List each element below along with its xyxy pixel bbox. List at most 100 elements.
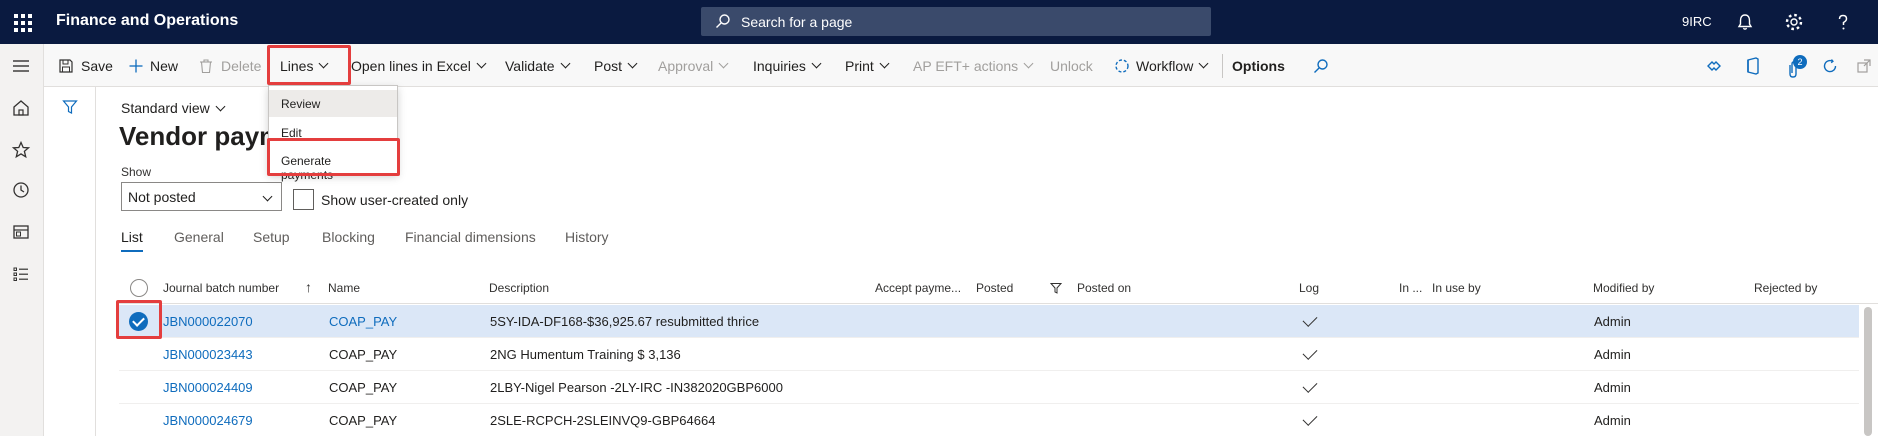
journal-batch-link[interactable]: JBN000024679 xyxy=(163,413,253,428)
select-all-checkbox[interactable] xyxy=(130,279,148,297)
name-cell[interactable]: COAP_PAY xyxy=(329,413,397,428)
tab-list[interactable]: List xyxy=(121,229,143,245)
chevron-down-icon xyxy=(560,58,571,69)
filter-pane xyxy=(44,87,96,436)
col-header-posted[interactable]: Posted xyxy=(976,281,1013,295)
office-icon[interactable] xyxy=(1745,57,1761,75)
view-selector[interactable]: Standard view xyxy=(121,100,226,116)
tab-history[interactable]: History xyxy=(565,229,609,245)
lines-menu-button[interactable]: Lines xyxy=(280,44,329,87)
col-header-log[interactable]: Log xyxy=(1299,281,1319,295)
inquiries-button[interactable]: Inquiries xyxy=(753,44,822,87)
settings-gear-icon[interactable] xyxy=(1783,11,1805,33)
approval-button[interactable]: Approval xyxy=(658,44,729,87)
workflow-button[interactable]: Workflow xyxy=(1114,44,1209,87)
chevron-down-icon xyxy=(811,58,822,69)
favorites-star-icon[interactable] xyxy=(11,140,31,160)
post-button[interactable]: Post xyxy=(594,44,638,87)
menu-item-generate-payments[interactable]: Generate payments xyxy=(269,147,397,182)
search-input[interactable]: Search for a page xyxy=(701,7,1211,36)
column-filter-icon[interactable] xyxy=(1050,282,1062,294)
name-cell[interactable]: COAP_PAY xyxy=(329,380,397,395)
row-select-checkbox[interactable] xyxy=(129,312,148,331)
modified-by-cell[interactable]: Admin xyxy=(1594,380,1631,395)
journal-grid: Journal batch number ↑ Name Description … xyxy=(119,272,1878,436)
recent-clock-icon[interactable] xyxy=(11,180,31,200)
col-header-in-use-by[interactable]: In use by xyxy=(1432,281,1481,295)
power-apps-icon[interactable] xyxy=(1706,58,1722,74)
col-header-modified-by[interactable]: Modified by xyxy=(1593,281,1654,295)
chevron-down-icon xyxy=(879,58,890,69)
name-cell[interactable]: COAP_PAY xyxy=(329,347,397,362)
sort-ascending-icon[interactable]: ↑ xyxy=(305,279,312,295)
chevron-down-icon xyxy=(262,191,273,202)
app-launcher-icon[interactable] xyxy=(12,12,32,32)
show-user-created-checkbox[interactable] xyxy=(293,189,314,210)
tab-general[interactable]: General xyxy=(174,229,224,245)
app-title[interactable]: Finance and Operations xyxy=(56,12,238,30)
find-button[interactable] xyxy=(1313,44,1329,87)
tab-financial-dimensions[interactable]: Financial dimensions xyxy=(405,229,536,245)
col-header-posted-on[interactable]: Posted on xyxy=(1077,281,1131,295)
save-button[interactable]: Save xyxy=(58,44,113,87)
col-header-rejected-by[interactable]: Rejected by xyxy=(1754,281,1817,295)
tab-setup[interactable]: Setup xyxy=(253,229,290,245)
company-picker[interactable]: 9IRC xyxy=(1682,14,1712,29)
col-header-in-use[interactable]: In ... xyxy=(1399,281,1422,295)
modified-by-cell[interactable]: Admin xyxy=(1594,314,1631,329)
hamburger-menu-icon[interactable] xyxy=(11,56,31,76)
unlock-button[interactable]: Unlock xyxy=(1050,44,1093,87)
notification-bell-icon[interactable] xyxy=(1734,11,1756,33)
journal-batch-link[interactable]: JBN000022070 xyxy=(163,314,253,329)
ap-eft-actions-button[interactable]: AP EFT+ actions xyxy=(913,44,1034,87)
journal-batch-link[interactable]: JBN000024409 xyxy=(163,380,253,395)
inquiries-label: Inquiries xyxy=(753,57,806,74)
grid-vertical-scrollbar[interactable] xyxy=(1864,307,1872,436)
modified-by-cell[interactable]: Admin xyxy=(1594,347,1631,362)
ap-eft-label: AP EFT+ actions xyxy=(913,57,1019,74)
search-icon xyxy=(716,14,730,28)
show-label: Show xyxy=(121,165,152,179)
delete-button[interactable]: Delete xyxy=(198,44,261,87)
help-icon[interactable] xyxy=(1832,11,1854,33)
left-navigation-pane xyxy=(0,44,44,436)
col-header-journal-batch[interactable]: Journal batch number xyxy=(163,281,279,295)
description-cell[interactable]: 5SY-IDA-DF168-$36,925.67 resubmitted thr… xyxy=(490,314,759,329)
modified-by-cell[interactable]: Admin xyxy=(1594,413,1631,428)
chevron-down-icon xyxy=(319,58,329,69)
refresh-icon[interactable] xyxy=(1822,58,1838,74)
col-header-accept-payment[interactable]: Accept payme... xyxy=(875,281,961,295)
open-lines-in-excel-button[interactable]: Open lines in Excel xyxy=(351,44,487,87)
print-label: Print xyxy=(845,57,874,74)
attachments-button[interactable]: 2 xyxy=(1786,55,1807,78)
table-row[interactable]: JBN000024409 COAP_PAY 2LBY-Nigel Pearson… xyxy=(119,371,1859,404)
print-button[interactable]: Print xyxy=(845,44,890,87)
options-button[interactable]: Options xyxy=(1232,44,1285,87)
tab-blocking[interactable]: Blocking xyxy=(322,229,375,245)
save-label: Save xyxy=(81,57,113,74)
description-cell[interactable]: 2SLE-RCPCH-2SLEINVQ9-GBP64664 xyxy=(490,413,715,428)
toolbar-separator xyxy=(268,54,269,78)
open-in-new-window-icon[interactable] xyxy=(1856,58,1872,74)
table-row[interactable]: JBN000023443 COAP_PAY 2NG Humentum Train… xyxy=(119,338,1859,371)
description-cell[interactable]: 2NG Humentum Training $ 3,136 xyxy=(490,347,681,362)
description-cell[interactable]: 2LBY-Nigel Pearson -2LY-IRC -IN382020GBP… xyxy=(490,380,783,395)
validate-button[interactable]: Validate xyxy=(505,44,571,87)
filter-icon[interactable] xyxy=(62,99,78,115)
modules-list-icon[interactable] xyxy=(11,264,31,284)
show-dropdown[interactable]: Not posted xyxy=(121,182,282,211)
name-link[interactable]: COAP_PAY xyxy=(329,314,397,329)
col-header-description[interactable]: Description xyxy=(489,281,549,295)
lines-dropdown-menu: Review Edit Generate payments xyxy=(268,85,398,182)
workspaces-icon[interactable] xyxy=(11,222,31,242)
table-row[interactable]: JBN000024679 COAP_PAY 2SLE-RCPCH-2SLEINV… xyxy=(119,404,1859,436)
post-label: Post xyxy=(594,57,623,74)
attachments-count-badge: 2 xyxy=(1793,55,1807,69)
journal-batch-link[interactable]: JBN000023443 xyxy=(163,347,253,362)
col-header-name[interactable]: Name xyxy=(328,281,360,295)
table-row[interactable]: JBN000022070 COAP_PAY 5SY-IDA-DF168-$36,… xyxy=(119,305,1859,338)
new-button[interactable]: New xyxy=(128,44,178,87)
menu-item-edit[interactable]: Edit xyxy=(269,119,397,146)
menu-item-review[interactable]: Review xyxy=(269,90,397,117)
home-icon[interactable] xyxy=(11,98,31,118)
